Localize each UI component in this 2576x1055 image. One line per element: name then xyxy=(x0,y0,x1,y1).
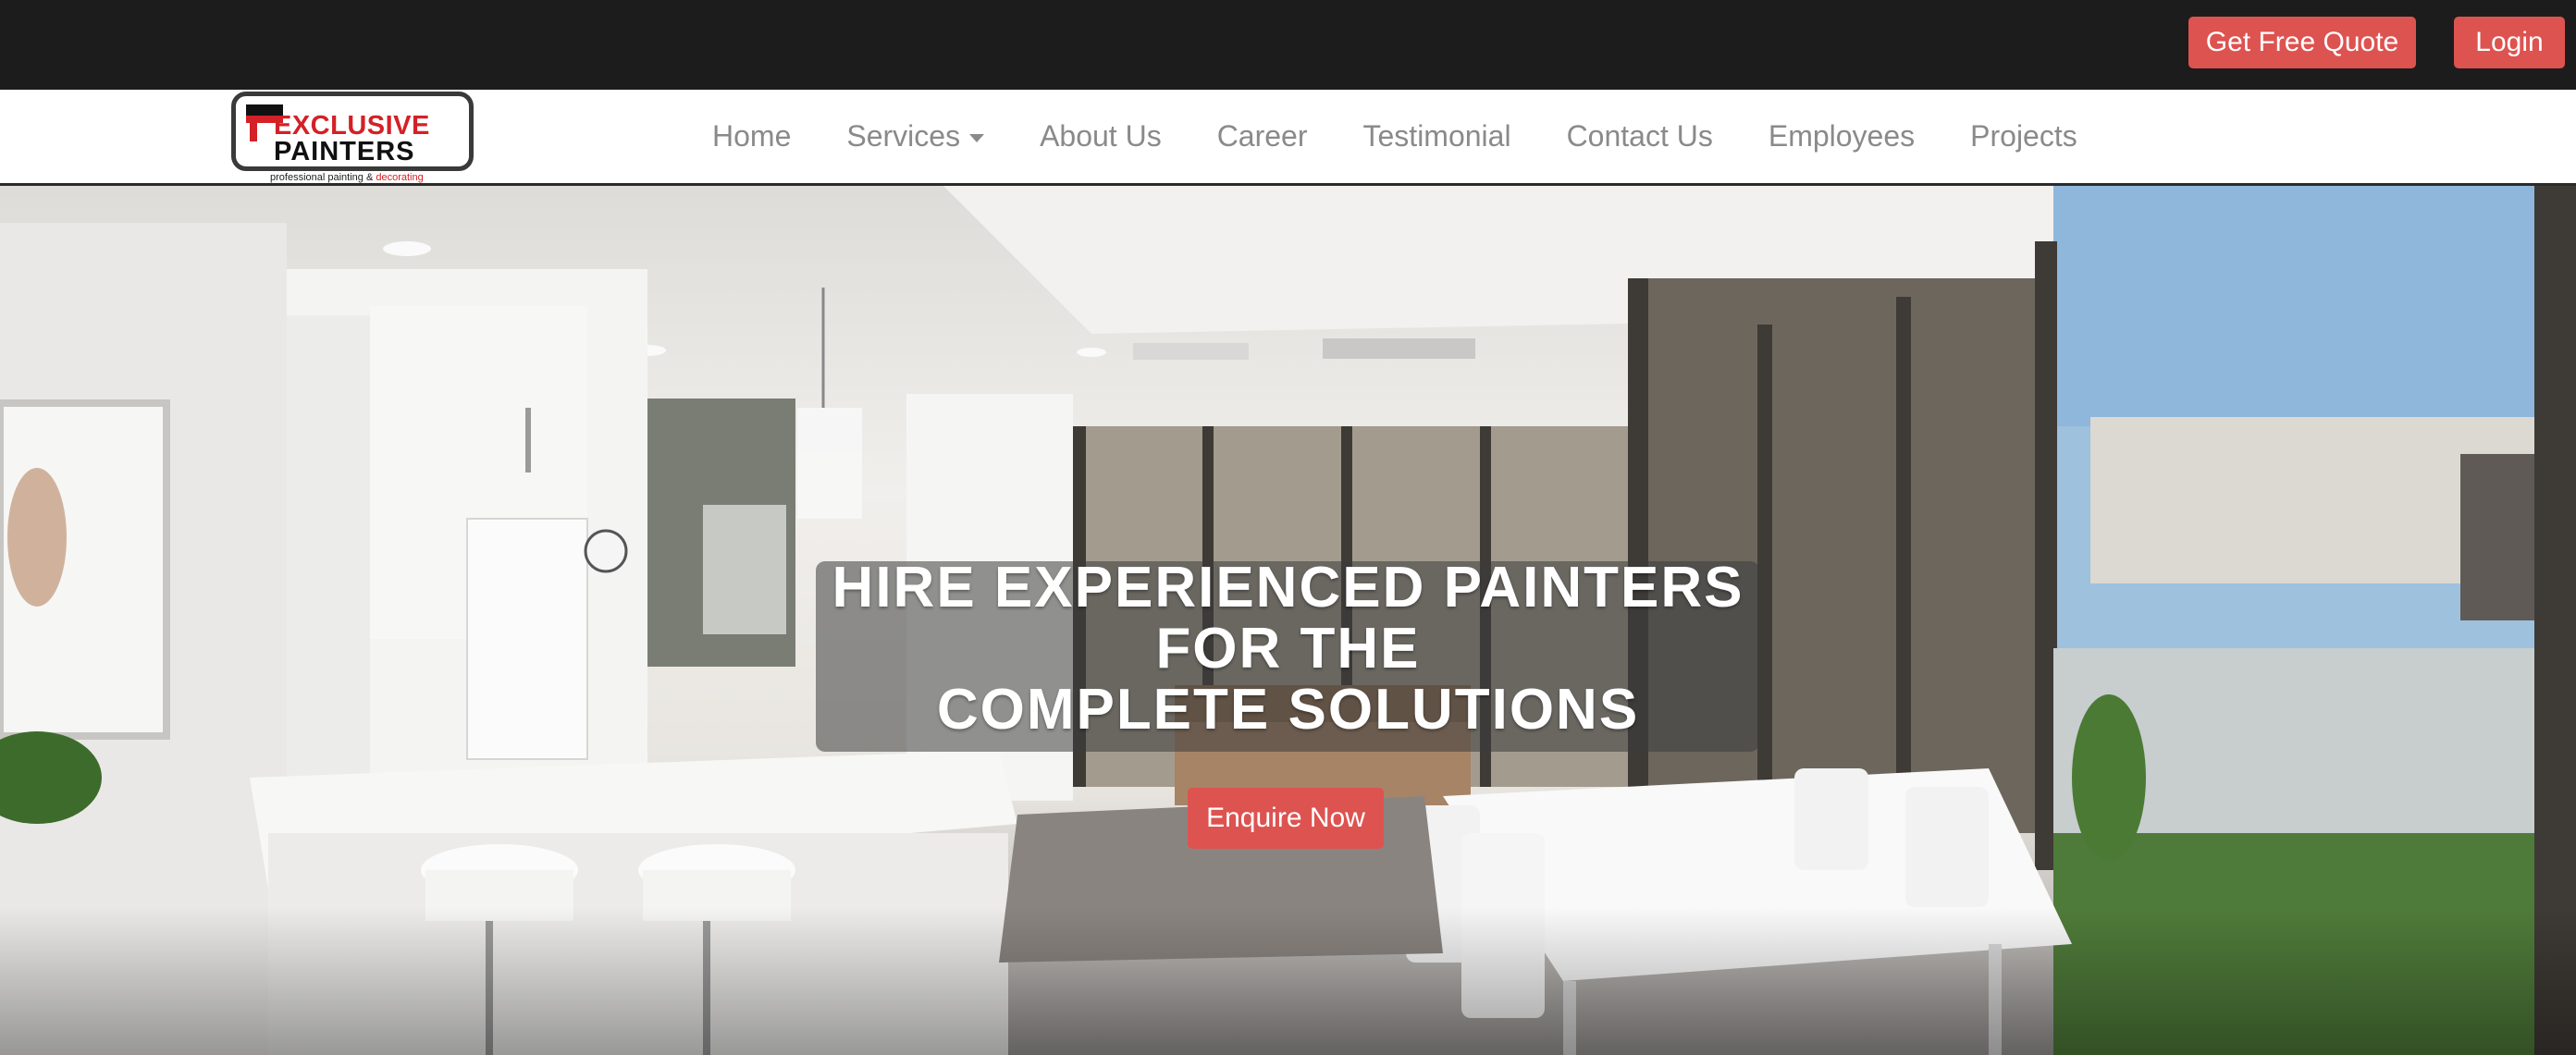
hero-banner: HIRE EXPERIENCED PAINTERS FOR THE COMPLE… xyxy=(0,186,2576,1055)
hero-headline-line2: FOR THE xyxy=(1155,617,1421,681)
nav-menu: Home Services About Us Career Testimonia… xyxy=(684,90,2105,182)
nav-contact-us[interactable]: Contact Us xyxy=(1539,119,1741,153)
nav-testimonial[interactable]: Testimonial xyxy=(1336,119,1539,153)
nav-career[interactable]: Career xyxy=(1189,119,1336,153)
hero-headline-line3: COMPLETE SOLUTIONS xyxy=(936,678,1640,742)
enquire-now-button[interactable]: Enquire Now xyxy=(1188,788,1384,849)
nav-about-us[interactable]: About Us xyxy=(1012,119,1189,153)
logo-tagline: professional painting & decorating xyxy=(270,172,424,183)
nav-projects[interactable]: Projects xyxy=(1942,119,2105,153)
nav-services[interactable]: Services xyxy=(819,119,1012,153)
nav-services-label: Services xyxy=(846,118,961,153)
logo-tagline-main: professional painting & xyxy=(270,172,376,183)
site-logo[interactable]: EXCLUSIVE PAINTERS professional painting… xyxy=(231,92,474,183)
main-navbar: EXCLUSIVE PAINTERS professional painting… xyxy=(0,90,2576,186)
nav-employees[interactable]: Employees xyxy=(1741,119,1942,153)
login-button[interactable]: Login xyxy=(2454,17,2565,68)
nav-home[interactable]: Home xyxy=(684,119,819,153)
chevron-down-icon xyxy=(969,133,985,142)
hero-headline-line1: HIRE EXPERIENCED PAINTERS xyxy=(832,556,1744,620)
logo-tagline-accent: decorating xyxy=(376,172,424,183)
get-free-quote-button[interactable]: Get Free Quote xyxy=(2188,17,2416,68)
top-bar: Get Free Quote Login xyxy=(0,0,2576,90)
logo-text-exclusive: EXCLUSIVE xyxy=(274,111,430,141)
hero-headline: HIRE EXPERIENCED PAINTERS FOR THE COMPLE… xyxy=(740,558,1836,741)
logo-text-painters: PAINTERS xyxy=(274,137,415,166)
